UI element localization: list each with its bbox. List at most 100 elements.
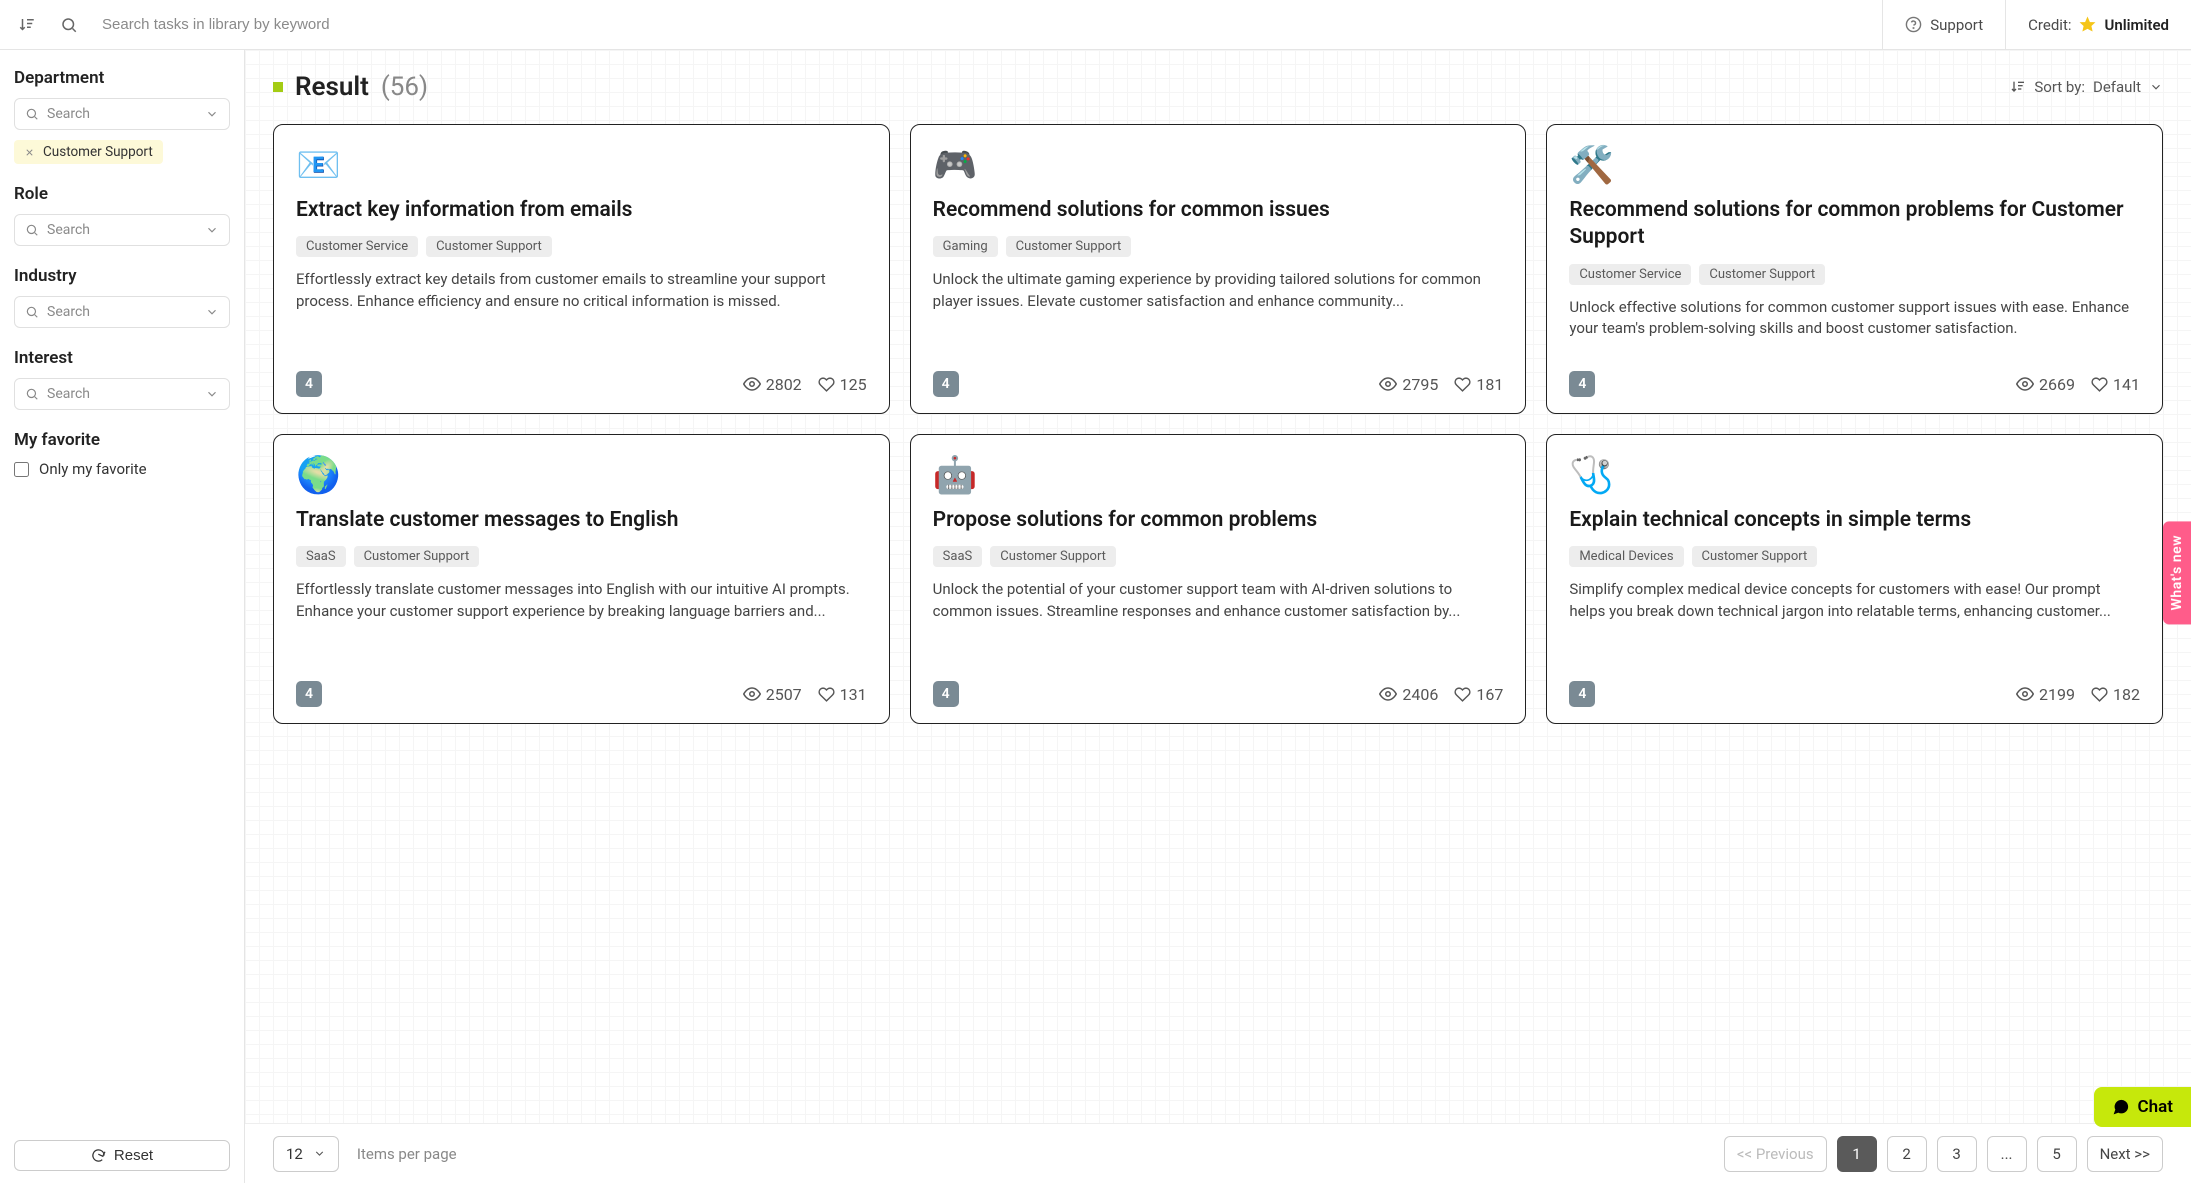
- filter-heading: My favorite: [14, 430, 230, 450]
- chevron-down-icon: [313, 1147, 326, 1160]
- eye-icon: [2016, 685, 2034, 703]
- task-card[interactable]: 🛠️ Recommend solutions for common proble…: [1546, 124, 2163, 414]
- heart-icon: [818, 376, 835, 393]
- likes-stat: 131: [818, 685, 867, 704]
- card-tag[interactable]: Customer Support: [426, 236, 552, 257]
- industry-search[interactable]: Search: [14, 296, 230, 328]
- task-card[interactable]: 🩺 Explain technical concepts in simple t…: [1546, 434, 2163, 724]
- items-per-page-select[interactable]: 12: [273, 1136, 339, 1172]
- card-description: Simplify complex medical device concepts…: [1569, 579, 2140, 665]
- card-tag[interactable]: Customer Service: [296, 236, 418, 257]
- pagination-footer: 12 Items per page << Previous123...5Next…: [245, 1123, 2191, 1183]
- heart-icon: [818, 686, 835, 703]
- rating-badge: 4: [296, 681, 322, 707]
- likes-stat: 181: [1454, 375, 1503, 394]
- sort-by-dropdown[interactable]: Sort by: Default: [2010, 78, 2163, 96]
- filter-chip-customer-support[interactable]: Customer Support: [14, 140, 163, 164]
- card-tag[interactable]: Gaming: [933, 236, 998, 257]
- sidebar: Department Search Customer Support Role …: [0, 50, 245, 1183]
- eye-icon: [1379, 685, 1397, 703]
- card-icon: 🛠️: [1569, 147, 2140, 183]
- support-link[interactable]: Support: [1883, 0, 2005, 50]
- result-marker-icon: [273, 82, 283, 92]
- rating-badge: 4: [933, 371, 959, 397]
- remove-chip-icon[interactable]: [24, 147, 35, 158]
- likes-stat: 125: [818, 375, 867, 394]
- heart-icon: [2091, 376, 2108, 393]
- card-footer: 4 2795 181: [933, 371, 1504, 397]
- result-header: Result (56) Sort by: Default: [273, 72, 2163, 102]
- chat-icon: [2112, 1098, 2130, 1116]
- result-count: (56): [381, 72, 428, 102]
- credit-display: Credit: Unlimited: [2006, 0, 2191, 50]
- filter-favorite: My favorite Only my favorite: [14, 430, 230, 478]
- card-title: Propose solutions for common problems: [933, 507, 1504, 534]
- reset-button[interactable]: Reset: [14, 1140, 230, 1171]
- role-search[interactable]: Search: [14, 214, 230, 246]
- heart-icon: [2091, 686, 2108, 703]
- card-tag[interactable]: Customer Support: [354, 546, 480, 567]
- result-title: Result: [295, 72, 369, 102]
- credit-value: Unlimited: [2104, 16, 2169, 34]
- card-tag[interactable]: Customer Service: [1569, 264, 1691, 285]
- filter-interest: Interest Search: [14, 348, 230, 410]
- placeholder: Search: [47, 222, 90, 238]
- whats-new-tab[interactable]: What's new: [2163, 521, 2191, 624]
- only-favorite-checkbox[interactable]: [14, 462, 29, 477]
- credit-label: Credit:: [2028, 16, 2071, 34]
- likes-stat: 182: [2091, 685, 2140, 704]
- search-input[interactable]: [102, 16, 1882, 33]
- placeholder: Search: [47, 304, 90, 320]
- sort-descending-icon[interactable]: [18, 16, 36, 34]
- pager-page-1[interactable]: 1: [1837, 1136, 1877, 1172]
- card-icon: 🌍: [296, 457, 867, 493]
- chevron-down-icon: [205, 107, 219, 121]
- eye-icon: [1379, 375, 1397, 393]
- support-label: Support: [1930, 16, 1983, 34]
- filter-industry: Industry Search: [14, 266, 230, 328]
- task-card[interactable]: 🤖 Propose solutions for common problems …: [910, 434, 1527, 724]
- task-card[interactable]: 📧 Extract key information from emails Cu…: [273, 124, 890, 414]
- card-tag[interactable]: Customer Support: [990, 546, 1116, 567]
- card-description: Unlock the ultimate gaming experience by…: [933, 269, 1504, 355]
- card-tag[interactable]: Medical Devices: [1569, 546, 1683, 567]
- task-card[interactable]: 🌍 Translate customer messages to English…: [273, 434, 890, 724]
- sort-icon: [2010, 79, 2026, 95]
- card-footer: 4 2669 141: [1569, 371, 2140, 397]
- only-favorite-checkbox-row[interactable]: Only my favorite: [14, 460, 230, 478]
- card-tag[interactable]: SaaS: [296, 546, 346, 567]
- eye-icon: [743, 685, 761, 703]
- search-icon[interactable]: [60, 16, 78, 34]
- pager-page-5[interactable]: 5: [2037, 1136, 2077, 1172]
- task-card[interactable]: 🎮 Recommend solutions for common issues …: [910, 124, 1527, 414]
- chevron-down-icon: [205, 223, 219, 237]
- content: Result (56) Sort by: Default 📧 Extract k…: [245, 50, 2191, 1183]
- search-icon: [25, 387, 39, 401]
- card-icon: 🩺: [1569, 457, 2140, 493]
- rating-badge: 4: [1569, 371, 1595, 397]
- card-tag[interactable]: Customer Support: [1699, 264, 1825, 285]
- pager-previous[interactable]: << Previous: [1724, 1136, 1827, 1172]
- filter-heading: Industry: [14, 266, 230, 286]
- chat-label: Chat: [2138, 1097, 2173, 1117]
- card-title: Extract key information from emails: [296, 197, 867, 224]
- pager-page-3[interactable]: 3: [1937, 1136, 1977, 1172]
- interest-search[interactable]: Search: [14, 378, 230, 410]
- filter-heading: Interest: [14, 348, 230, 368]
- card-title: Recommend solutions for common issues: [933, 197, 1504, 224]
- chevron-down-icon: [205, 305, 219, 319]
- card-footer: 4 2802 125: [296, 371, 867, 397]
- department-search[interactable]: Search: [14, 98, 230, 130]
- chat-button[interactable]: Chat: [2094, 1087, 2191, 1127]
- pager-next[interactable]: Next >>: [2087, 1136, 2163, 1172]
- star-icon: [2079, 16, 2096, 33]
- search-icon: [25, 223, 39, 237]
- pager-page-2[interactable]: 2: [1887, 1136, 1927, 1172]
- card-tag[interactable]: Customer Support: [1692, 546, 1818, 567]
- search-icon: [25, 305, 39, 319]
- filter-heading: Role: [14, 184, 230, 204]
- card-description: Unlock the potential of your customer su…: [933, 579, 1504, 665]
- card-title: Translate customer messages to English: [296, 507, 867, 534]
- card-tag[interactable]: Customer Support: [1006, 236, 1132, 257]
- card-tag[interactable]: SaaS: [933, 546, 983, 567]
